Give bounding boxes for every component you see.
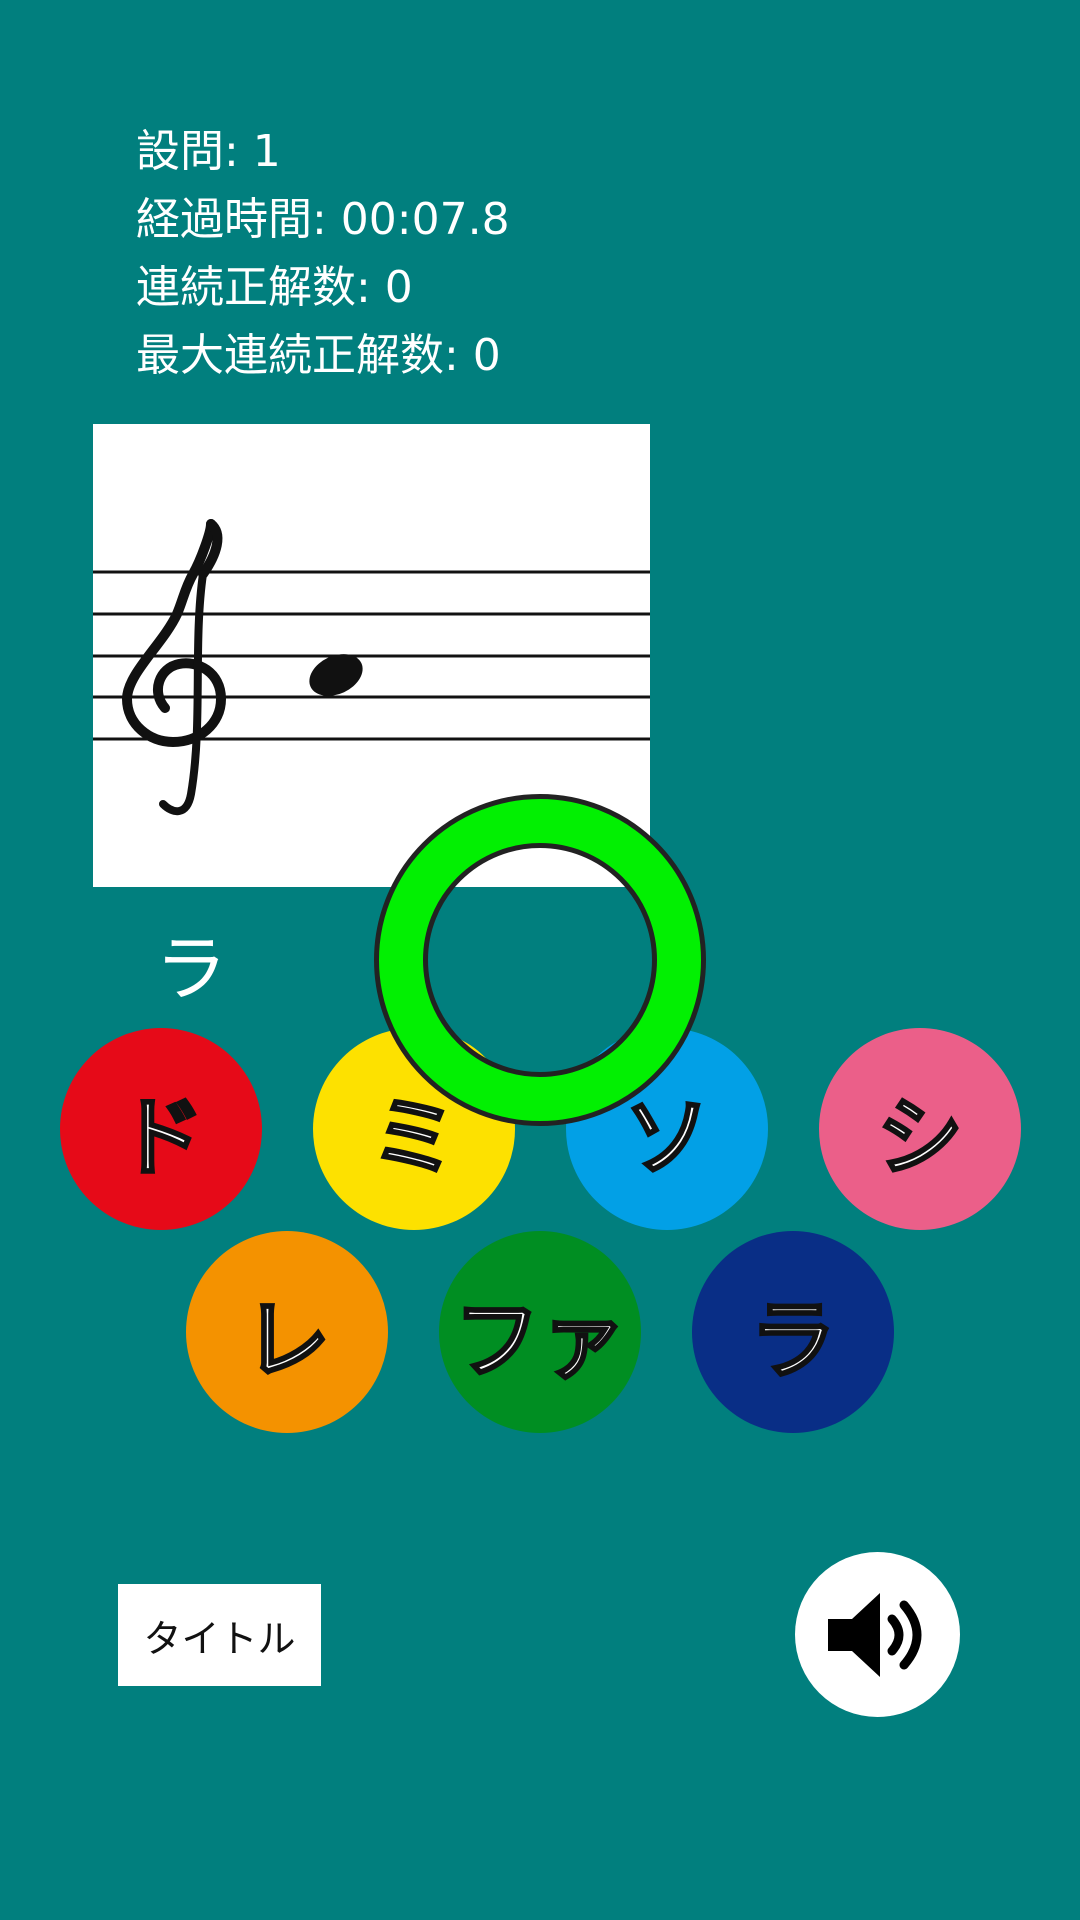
- stats-panel: 設問: 1 経過時間: 00:07.8 連続正解数: 0 最大連続正解数: 0: [136, 118, 510, 390]
- treble-clef-icon: [121, 519, 227, 816]
- answer-label: ラ: [155, 927, 228, 1011]
- max-streak-count: 最大連続正解数: 0: [136, 330, 501, 381]
- note-button-shi[interactable]: シ: [819, 1028, 1021, 1230]
- note-button-label: ファ: [453, 1289, 628, 1392]
- note-button-so[interactable]: ソ: [566, 1028, 768, 1230]
- streak-count: 連続正解数: 0: [136, 262, 413, 313]
- staff-lines: [93, 570, 650, 741]
- note-button-mi[interactable]: ミ: [313, 1028, 515, 1230]
- note-button-label: ミ: [370, 1086, 459, 1189]
- note-button-ra[interactable]: ラ: [692, 1231, 894, 1433]
- speaker-icon: [827, 1592, 921, 1677]
- question-number: 設問: 1: [136, 126, 281, 177]
- note-button-re[interactable]: レ: [186, 1231, 388, 1433]
- note-button-label: ラ: [749, 1289, 838, 1392]
- note-button-label: レ: [243, 1289, 332, 1392]
- note-button-do[interactable]: ド: [60, 1028, 262, 1230]
- music-staff: [93, 519, 650, 816]
- note-button-fa[interactable]: ファ: [439, 1231, 641, 1433]
- elapsed-time: 経過時間: 00:07.8: [136, 194, 510, 245]
- note-button-label: シ: [876, 1086, 965, 1189]
- title-button[interactable]: タイトル: [118, 1584, 321, 1686]
- note-button-label: ド: [117, 1086, 206, 1189]
- staff-card: [93, 424, 650, 887]
- note-button-label: ソ: [623, 1086, 712, 1189]
- sound-button[interactable]: [795, 1552, 960, 1717]
